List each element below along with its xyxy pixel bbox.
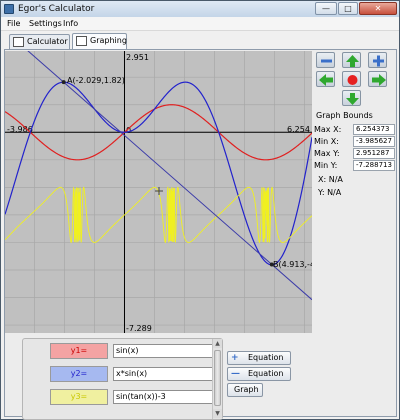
tab-calculator[interactable]: Calculator (9, 34, 70, 49)
min-y-field[interactable]: -7.288713 (353, 160, 395, 171)
plus-icon: + (231, 353, 239, 363)
min-x-label: Min X: (314, 137, 339, 146)
pan-down-button[interactable] (342, 90, 361, 106)
scroll-thumb[interactable] (214, 350, 221, 406)
equation-y3-input[interactable]: sin(tan(x))-3 (113, 390, 222, 404)
add-equation-label: Equation (248, 353, 284, 362)
minimize-button[interactable]: — (315, 2, 337, 15)
zoom-in-button[interactable] (368, 52, 387, 68)
equation-scrollbar[interactable]: ▲ ▼ (212, 339, 222, 419)
equation-y1-input[interactable]: sin(x) (113, 344, 222, 358)
menu-bar: File Settings Info (1, 17, 399, 31)
cursor-x-readout: X: N/A (318, 175, 343, 184)
max-y-label: Max Y: (314, 149, 340, 158)
min-y-label: Min Y: (314, 161, 338, 170)
scroll-up-arrow-icon[interactable]: ▲ (213, 339, 222, 348)
menu-file[interactable]: File (7, 19, 20, 28)
menu-settings[interactable]: Settings (29, 19, 62, 28)
curve-y2 (5, 81, 312, 266)
equation-y2-label[interactable]: y2= (50, 366, 108, 382)
arrow-down-icon (346, 93, 359, 105)
equation-y1-label[interactable]: y1= (50, 343, 108, 359)
arrow-left-icon (319, 74, 333, 86)
graph-plot[interactable]: -3.986 6.254 2.951 -7.289 0 A(-2.029,1.8… (5, 51, 312, 333)
reset-view-button[interactable] (342, 71, 361, 87)
menu-info[interactable]: Info (63, 19, 78, 28)
calculator-icon (13, 37, 24, 47)
window-title: Egor's Calculator (18, 4, 95, 14)
title-bar[interactable]: Egor's Calculator — □ ✕ (1, 1, 399, 17)
equation-y2-input[interactable]: x*sin(x) (113, 367, 222, 381)
y-max-label: 2.951 (126, 53, 149, 62)
tab-graphing-label: Graphing (90, 36, 127, 45)
max-x-label: Max X: (314, 125, 342, 134)
equation-y3-label[interactable]: y3= (50, 389, 108, 405)
graph-button-label: Graph (234, 385, 259, 394)
pan-left-button[interactable] (316, 71, 335, 87)
max-x-field[interactable]: 6.254373 (353, 124, 395, 135)
y-min-label: -7.289 (126, 324, 152, 333)
app-window: Egor's Calculator — □ ✕ File Settings In… (0, 0, 400, 420)
cursor-y-readout: Y: N/A (318, 188, 342, 197)
graph-icon (76, 36, 87, 46)
pan-right-button[interactable] (368, 71, 387, 87)
min-x-field[interactable]: -3.985627 (353, 136, 395, 147)
plus-icon (373, 55, 384, 67)
red-dot-icon (347, 75, 358, 85)
graph-button[interactable]: Graph (227, 383, 263, 397)
arrow-up-icon (346, 55, 359, 67)
graph-canvas[interactable]: -3.986 6.254 2.951 -7.289 0 A(-2.029,1.8… (5, 51, 312, 333)
minus-icon: — (231, 369, 240, 379)
point-a (61, 80, 66, 85)
remove-equation-button[interactable]: — Equation (227, 367, 291, 381)
zoom-out-button[interactable] (316, 52, 335, 68)
x-min-label: -3.986 (7, 125, 33, 134)
pan-up-button[interactable] (342, 52, 361, 68)
scroll-down-arrow-icon[interactable]: ▼ (213, 409, 222, 418)
max-y-field[interactable]: 2.951287 (353, 148, 395, 159)
close-button[interactable]: ✕ (359, 2, 397, 15)
maximize-button[interactable]: □ (338, 2, 358, 15)
x-max-label: 6.254 (287, 125, 310, 134)
app-icon (4, 4, 14, 14)
tab-graphing[interactable]: Graphing (72, 33, 127, 49)
equation-list: y1= sin(x) y2= x*sin(x) y3= sin(tan(x))-… (22, 338, 223, 420)
tab-calculator-label: Calculator (27, 37, 68, 46)
point-a-label: A(-2.029,1.82) (67, 76, 125, 85)
remove-equation-label: Equation (248, 369, 284, 378)
add-equation-button[interactable]: + Equation (227, 351, 291, 365)
arrow-right-icon (372, 74, 386, 86)
point-b-label: B(4.913,-4.8 (273, 260, 312, 269)
minus-icon (321, 59, 332, 63)
graph-bounds-title: Graph Bounds (316, 111, 373, 120)
